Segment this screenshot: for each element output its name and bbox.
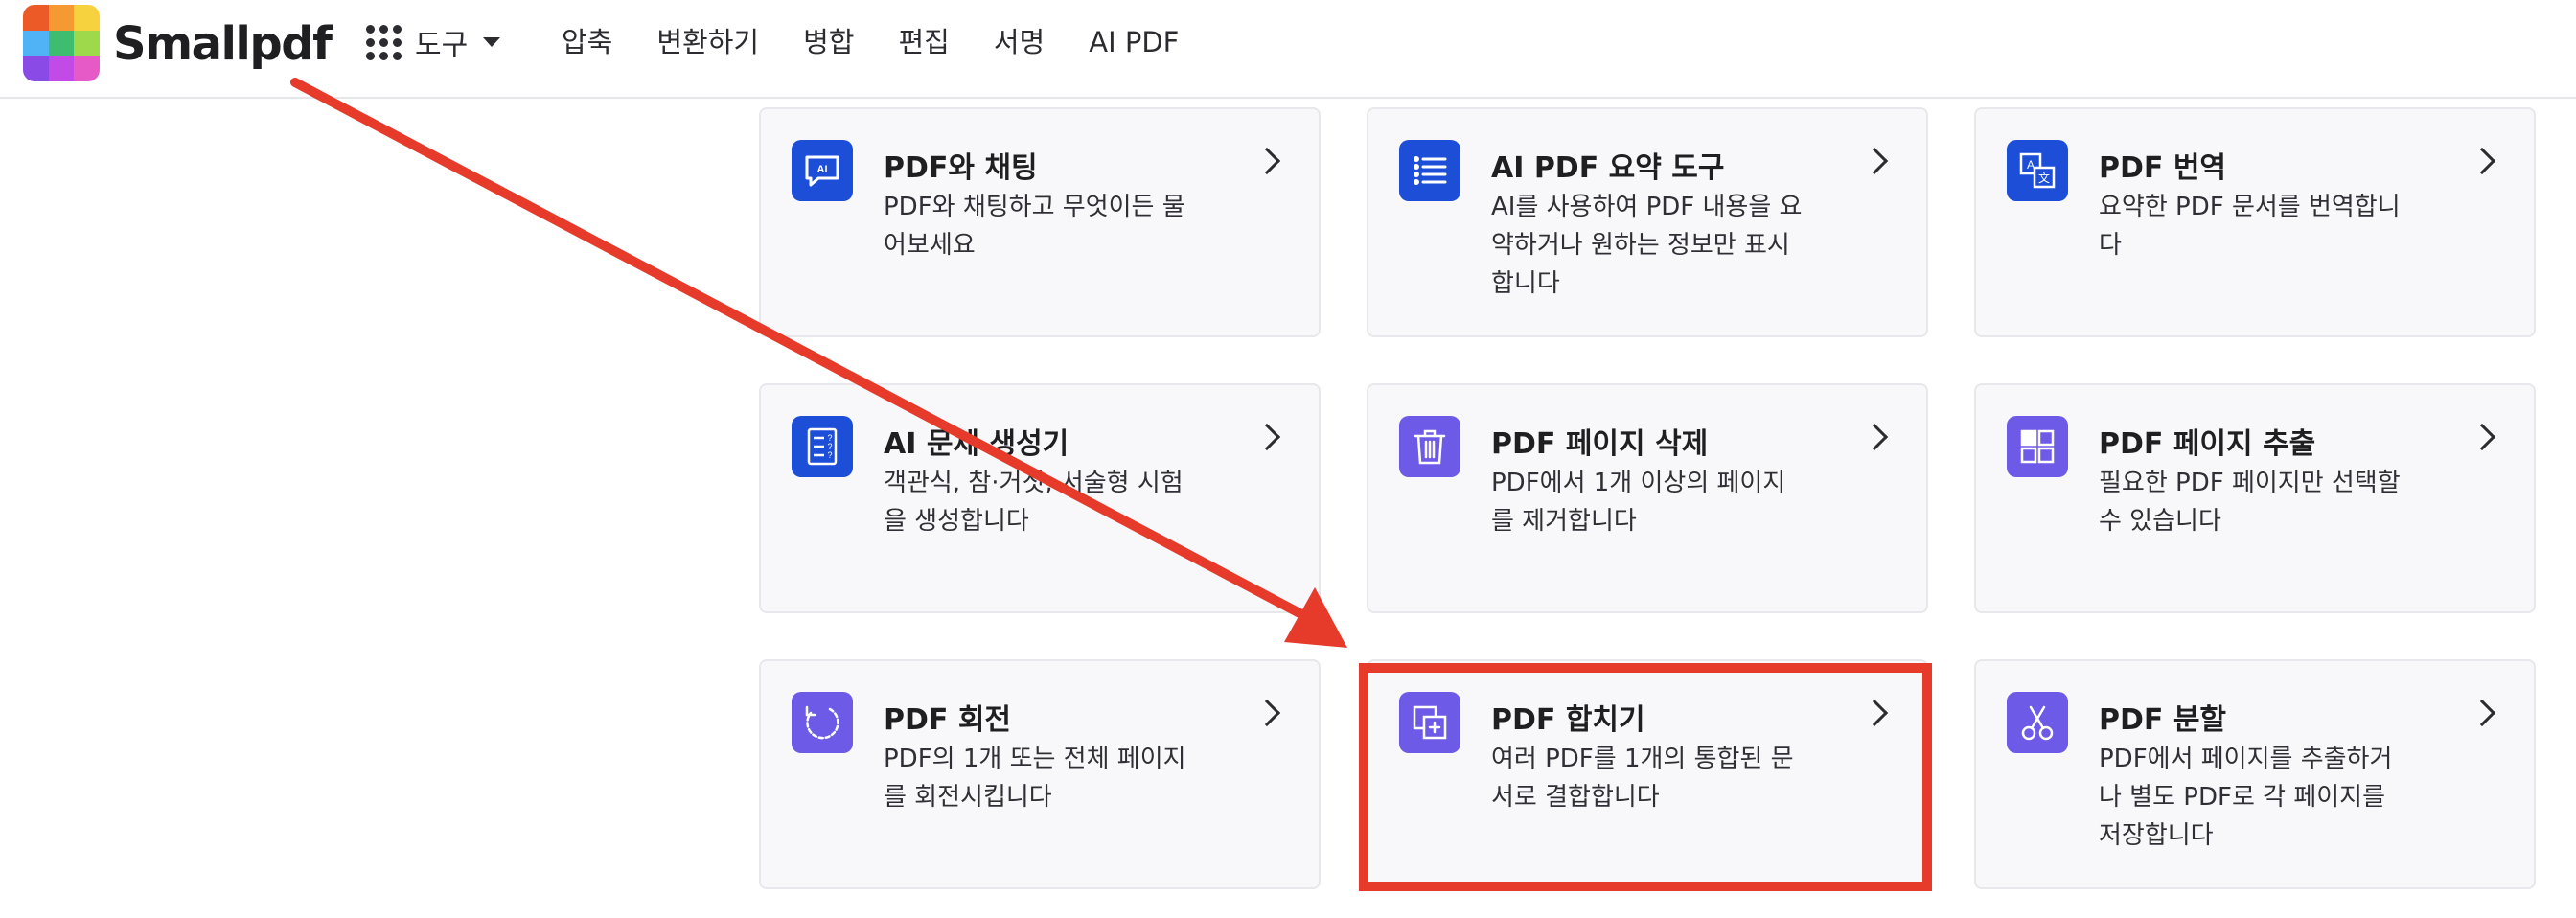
card-title: PDF 페이지 추출 [2099, 427, 2316, 461]
card-description: 객관식, 참·거짓, 서술형 시험을 생성합니다 [884, 469, 1184, 536]
tool-card-chat-pdf[interactable]: AI PDF와 채팅 PDF와 채팅하고 무엇이든 물어보세요 [759, 107, 1321, 337]
chevron-right-icon [1860, 423, 1889, 451]
caret-down-icon [483, 37, 501, 47]
card-description: AI를 사용하여 PDF 내용을 요약하거나 원하는 정보만 표시합니다 [1491, 193, 1803, 298]
svg-text:AI: AI [817, 164, 828, 175]
main-nav: 압축 변환하기 병합 편집 서명 AI PDF [562, 23, 1179, 61]
tool-card-split[interactable]: PDF 분할 PDF에서 페이지를 추출하거나 별도 PDF로 각 페이지를 저… [1974, 659, 2536, 889]
nav-edit[interactable]: 편집 [898, 23, 949, 61]
nav-ai-pdf[interactable]: AI PDF [1089, 23, 1179, 61]
svg-text:?: ? [827, 450, 832, 460]
quiz-icon: ??? [792, 416, 853, 477]
card-description: 요약한 PDF 문서를 번역합니다 [2099, 193, 2401, 260]
card-title: PDF 번역 [2099, 151, 2227, 185]
trash-icon [1399, 416, 1460, 477]
card-description: PDF와 채팅하고 무엇이든 물어보세요 [884, 193, 1185, 260]
chevron-right-icon [1253, 147, 1281, 175]
card-title: PDF와 채팅 [884, 151, 1038, 185]
svg-text:文: 文 [2038, 171, 2050, 185]
smallpdf-logo[interactable] [23, 5, 100, 81]
card-title: AI 문제 생성기 [884, 427, 1070, 461]
tool-card-rotate[interactable]: PDF 회전 PDF의 1개 또는 전체 페이지를 회전시킵니다 [759, 659, 1321, 889]
chevron-right-icon [1253, 423, 1281, 451]
nav-merge[interactable]: 병합 [803, 23, 854, 61]
svg-text:A: A [2027, 158, 2035, 172]
apps-grid-icon [366, 24, 402, 60]
nav-convert[interactable]: 변환하기 [656, 23, 759, 61]
card-title: PDF 분할 [2099, 703, 2227, 737]
translate-icon: A文 [2007, 140, 2068, 201]
chevron-right-icon [1253, 699, 1281, 727]
card-title: PDF 회전 [884, 703, 1012, 737]
tool-card-ai-quiz[interactable]: ??? AI 문제 생성기 객관식, 참·거짓, 서술형 시험을 생성합니다 [759, 383, 1321, 613]
card-title: AI PDF 요약 도구 [1491, 151, 1725, 185]
scissors-icon [2007, 692, 2068, 753]
card-description: PDF의 1개 또는 전체 페이지를 회전시킵니다 [884, 745, 1186, 812]
brand-name[interactable]: Smallpdf [113, 17, 333, 71]
tools-menu-button[interactable]: 도구 [366, 21, 501, 63]
chevron-right-icon [1860, 147, 1889, 175]
chevron-right-icon [2468, 423, 2496, 451]
card-description: 필요한 PDF 페이지만 선택할 수 있습니다 [2099, 469, 2401, 536]
summary-list-icon [1399, 140, 1460, 201]
extract-grid-icon [2007, 416, 2068, 477]
rotate-icon [792, 692, 853, 753]
card-title: PDF 페이지 삭제 [1491, 427, 1709, 461]
nav-compress[interactable]: 압축 [562, 23, 612, 61]
tool-card-ai-summary[interactable]: AI PDF 요약 도구 AI를 사용하여 PDF 내용을 요약하거나 원하는 … [1367, 107, 1928, 337]
card-description: PDF에서 페이지를 추출하거나 별도 PDF로 각 페이지를 저장합니다 [2099, 745, 2393, 850]
chevron-right-icon [2468, 147, 2496, 175]
merge-icon [1399, 692, 1460, 753]
tool-card-delete-pages[interactable]: PDF 페이지 삭제 PDF에서 1개 이상의 페이지를 제거합니다 [1367, 383, 1928, 613]
tool-card-merge[interactable]: PDF 합치기 여러 PDF를 1개의 통합된 문서로 결합합니다 [1367, 659, 1928, 889]
top-header: Smallpdf 도구 압축 변환하기 병합 편집 서명 AI PDF [0, 0, 2576, 99]
tool-card-extract-pages[interactable]: PDF 페이지 추출 필요한 PDF 페이지만 선택할 수 있습니다 [1974, 383, 2536, 613]
card-description: 여러 PDF를 1개의 통합된 문서로 결합합니다 [1491, 745, 1794, 812]
tools-menu-label: 도구 [415, 29, 469, 62]
card-title: PDF 합치기 [1491, 703, 1645, 737]
card-description: PDF에서 1개 이상의 페이지를 제거합니다 [1491, 469, 1786, 536]
tool-card-translate[interactable]: A文 PDF 번역 요약한 PDF 문서를 번역합니다 [1974, 107, 2536, 337]
chevron-right-icon [2468, 699, 2496, 727]
nav-sign[interactable]: 서명 [994, 23, 1045, 61]
chevron-right-icon [1860, 699, 1889, 727]
ai-chat-icon: AI [792, 140, 853, 201]
